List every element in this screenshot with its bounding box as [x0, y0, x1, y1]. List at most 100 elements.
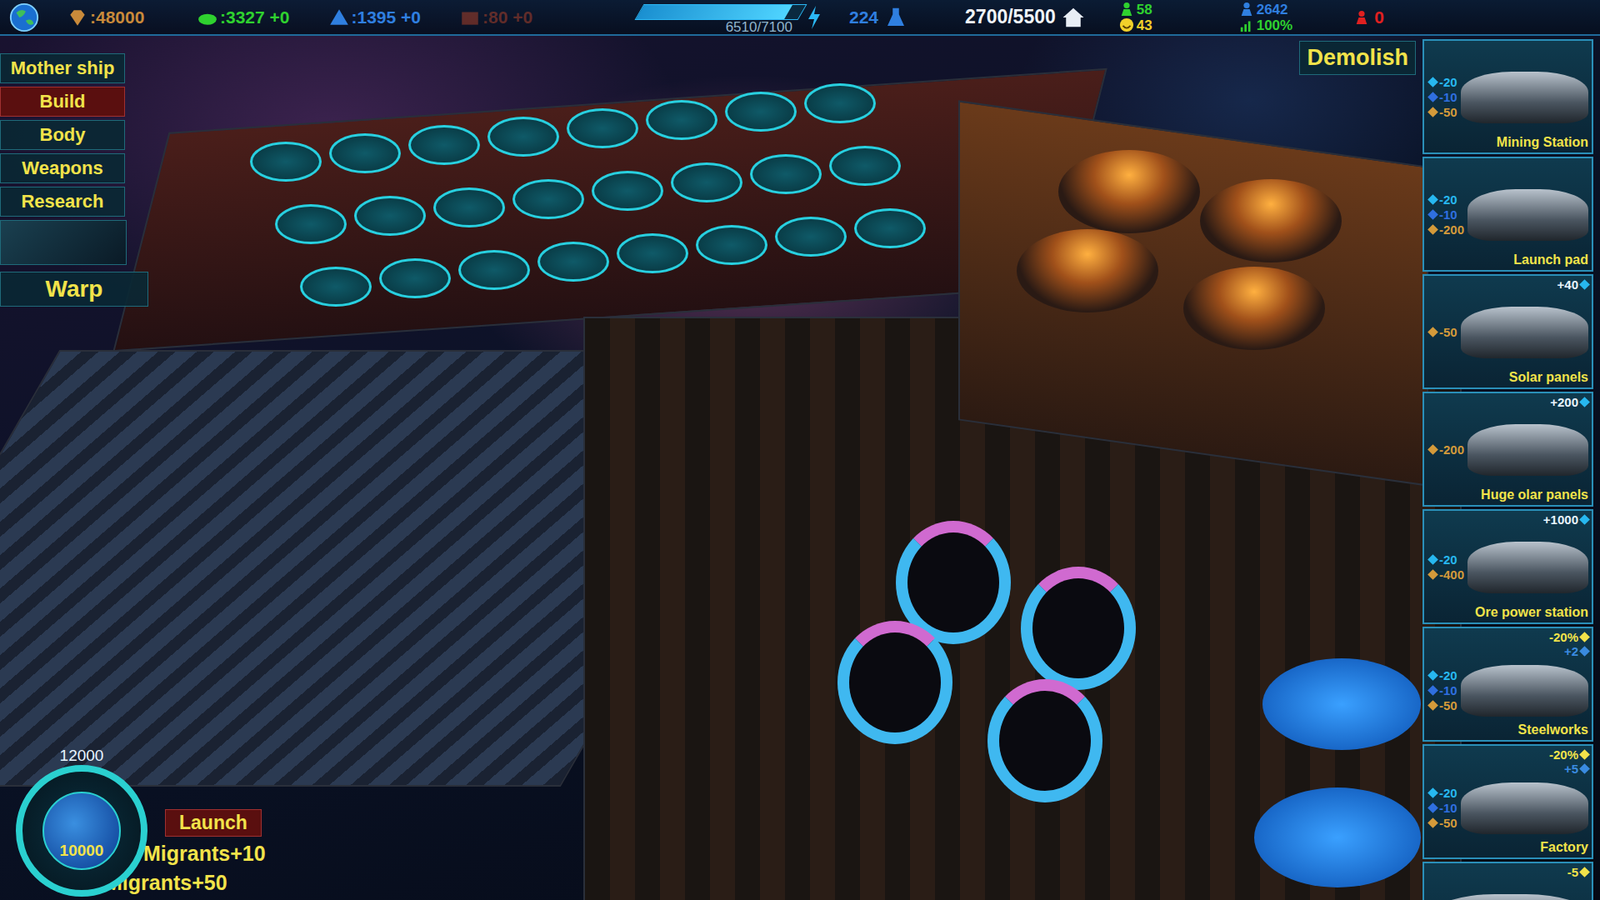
building-card[interactable]: +40-50Solar panels [1422, 274, 1594, 390]
building-model [1460, 665, 1589, 717]
reactor-dome [1058, 150, 1200, 234]
building-cost: -50 [1429, 698, 1458, 713]
globe-icon[interactable] [8, 1, 40, 34]
crate-icon [459, 6, 481, 29]
steel-icon [1579, 763, 1590, 775]
building-cost: -20 [1429, 785, 1458, 800]
gold-icon [1427, 817, 1439, 829]
building-gain: +40 [1557, 277, 1589, 292]
building-card[interactable]: -20%+5-20-10-50Factory [1422, 744, 1594, 860]
landing-pad [725, 91, 797, 132]
landing-pad [487, 116, 560, 157]
building-card[interactable]: +1000-20-400Ore power station [1422, 509, 1594, 625]
building-cost: -20 [1429, 668, 1458, 683]
landing-pad [775, 216, 847, 257]
gold-icon [1427, 326, 1439, 338]
building-model [1467, 424, 1589, 476]
gold-icon [1427, 444, 1439, 455]
house-icon [1060, 5, 1086, 30]
crystal-icon [328, 6, 350, 29]
build-list: -20-10-50Mining Station-20-10-200Launch … [1420, 35, 1600, 900]
menu-item[interactable]: Weapons [0, 153, 125, 184]
shield-portal [1262, 658, 1421, 750]
smiley-icon [1119, 17, 1135, 33]
science-counter: 224 [849, 5, 909, 30]
crystal-icon [1427, 91, 1439, 103]
menu-item[interactable]: Mother ship [0, 53, 125, 84]
warp-button[interactable]: Warp [0, 271, 149, 307]
building-cost: -20 [1429, 552, 1465, 567]
alert-counter: 0 [1354, 7, 1385, 28]
landing-pad [354, 195, 426, 236]
landing-pad [804, 83, 876, 124]
building-model [1460, 71, 1589, 124]
menu-item[interactable]: Body [0, 120, 125, 150]
landing-pad [408, 125, 480, 165]
menu-item[interactable]: Build [0, 86, 125, 117]
menu-item[interactable]: Research [0, 186, 125, 217]
landing-pad [537, 241, 610, 282]
building-model [1432, 894, 1589, 900]
crystal-icon [1427, 802, 1439, 814]
building-card[interactable]: -20-10-50Mining Station [1422, 39, 1594, 155]
landing-pad [275, 204, 347, 245]
launch-button[interactable]: Launch [165, 809, 262, 837]
energy-icon [1427, 194, 1439, 205]
mothership-scene[interactable] [0, 0, 1600, 900]
energy-icon [1427, 787, 1439, 799]
building-cost: -50 [1429, 325, 1458, 340]
building-card[interactable]: -20-10-200Launch pad [1422, 156, 1594, 272]
building-gain: +1000 [1543, 512, 1589, 527]
building-cost: -10 [1429, 800, 1458, 815]
building-card[interactable]: +200-200Huge olar panels [1422, 391, 1594, 507]
game-screen: :48000:3327 +0:1395 +0:80 +06510/7100224… [0, 0, 1600, 900]
landing-pad [329, 133, 401, 174]
resource-counter: :3327 +0 [196, 6, 290, 29]
energy-icon [1579, 279, 1590, 290]
migrants-button[interactable]: Migrants+10 [143, 841, 266, 866]
landing-pad [829, 145, 901, 186]
left-panel: Mother shipBuildBodyWeaponsResearchWarp1… [0, 35, 275, 900]
shield-portal [1254, 787, 1421, 888]
ore-icon [1579, 749, 1590, 760]
building-cost: -10 [1429, 683, 1458, 698]
ore-icon [1579, 631, 1590, 643]
crystal-icon [1427, 685, 1439, 696]
building-cost: -50 [1429, 815, 1458, 830]
building-cost: -20 [1429, 192, 1465, 207]
housing-counter: 2700/5500 [965, 5, 1086, 30]
building-model [1460, 306, 1589, 359]
demolish-button[interactable]: Demolish [1299, 40, 1416, 75]
gold-icon [1427, 569, 1439, 580]
landing-pad [616, 233, 689, 274]
population-counter: 5843 [1119, 1, 1153, 34]
soldier-icon [1354, 10, 1370, 25]
energy-fill [635, 5, 793, 20]
people-icon [1239, 1, 1255, 17]
building-cost: -400 [1429, 567, 1465, 582]
landing-pad [750, 154, 822, 195]
building-cost: -50 [1429, 105, 1458, 120]
ore-icon [196, 6, 219, 29]
building-gain: +5 [1564, 761, 1589, 776]
reactor-dome [1200, 179, 1342, 263]
reactor-dome [1016, 229, 1159, 313]
landing-pad [566, 108, 639, 149]
building-card[interactable]: -5 [1422, 861, 1594, 900]
building-gain: -20% [1549, 747, 1589, 762]
building-model [1460, 782, 1589, 835]
building-gain: -20% [1549, 630, 1589, 645]
ship-thumbnail[interactable] [0, 220, 127, 265]
building-gain: -5 [1567, 865, 1589, 880]
energy-icon [1579, 396, 1590, 408]
gold-icon [1427, 224, 1439, 235]
building-gain: +200 [1550, 395, 1589, 410]
reactor-dome [1183, 266, 1325, 350]
landing-pad [695, 225, 768, 265]
landing-pad [591, 170, 664, 211]
flask-icon [883, 5, 909, 30]
landing-pad [458, 250, 530, 290]
energy-icon [1427, 670, 1439, 681]
building-card[interactable]: -20%+2-20-10-50Steelworks [1422, 626, 1594, 742]
habitat-ring [1020, 566, 1136, 690]
